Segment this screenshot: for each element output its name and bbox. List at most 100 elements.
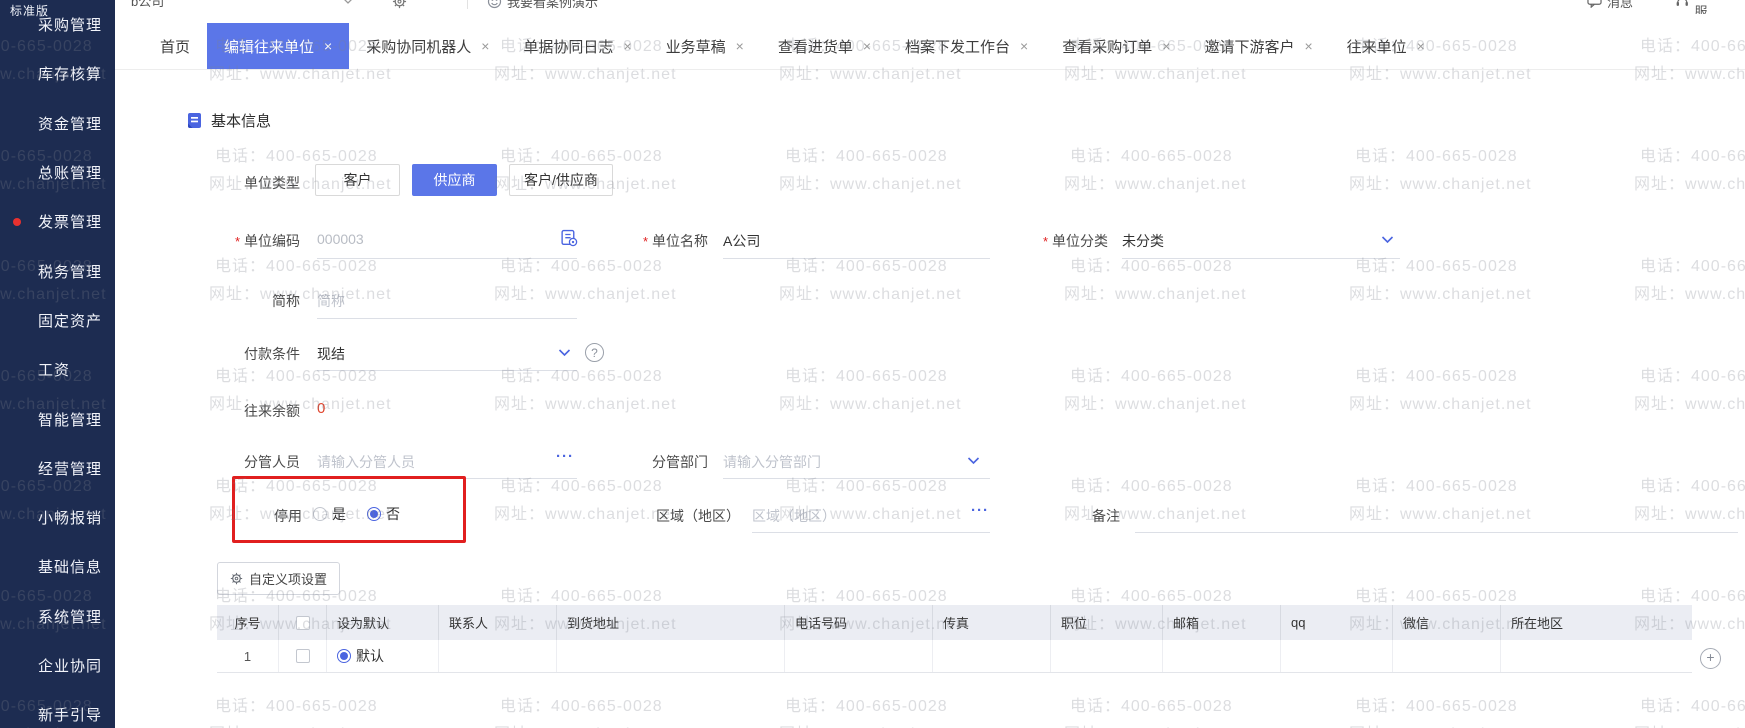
close-icon[interactable]: ×	[481, 38, 489, 54]
unit-code-input[interactable]: 000003	[317, 231, 364, 247]
sidebar-item-system[interactable]: 系统管理	[0, 592, 115, 641]
radio-selected-icon[interactable]	[337, 649, 351, 663]
tab-home[interactable]: 首页	[143, 23, 207, 69]
gear-icon	[392, 0, 407, 8]
region-input[interactable]: 区域（地区）	[752, 506, 836, 526]
tab-view-purchase-order[interactable]: 查看采购订单 ×	[1045, 23, 1187, 69]
close-icon[interactable]: ×	[1304, 38, 1312, 54]
payment-terms-dropdown[interactable]	[558, 349, 571, 357]
row-wechat-cell[interactable]	[1393, 640, 1501, 672]
row-email-cell[interactable]	[1163, 640, 1281, 672]
add-row-button[interactable]: +	[1700, 648, 1721, 669]
custom-fields-button[interactable]: 自定义项设置	[217, 562, 341, 595]
tab-archive-workbench[interactable]: 档案下发工作台 ×	[888, 23, 1045, 69]
code-rule-button[interactable]	[560, 229, 578, 247]
col-wechat: 微信	[1393, 605, 1501, 640]
payment-terms-select[interactable]: 现结	[317, 344, 345, 364]
payment-terms-underline	[317, 370, 577, 371]
topbar-divider	[467, 0, 468, 9]
tab-label: 编辑往来单位	[224, 38, 315, 56]
sidebar-item-operation[interactable]: 经营管理	[0, 444, 115, 493]
department-dropdown[interactable]	[967, 457, 980, 465]
highlight-box	[232, 476, 466, 543]
sidebar-item-fixed-assets[interactable]: 固定资产	[0, 296, 115, 345]
tab-partners[interactable]: 往来单位 ×	[1330, 23, 1442, 69]
row-contact-cell[interactable]	[439, 640, 557, 672]
close-icon[interactable]: ×	[863, 38, 871, 54]
unit-type-customer-button[interactable]: 客户	[315, 164, 400, 196]
tab-view-incoming[interactable]: 查看进货单 ×	[761, 23, 888, 69]
row-location-cell[interactable]	[1501, 640, 1692, 672]
sidebar-item-expense[interactable]: 小畅报销	[0, 493, 115, 542]
app-window: 采购管理 库存核算 资金管理 总账管理 发票管理 税务管理 固定资产 工资 智能…	[0, 0, 1745, 728]
region-picker-button[interactable]: ···	[971, 502, 989, 519]
remark-input[interactable]	[1135, 532, 1738, 533]
unit-name-input[interactable]: A公司	[723, 231, 760, 251]
close-icon[interactable]: ×	[1417, 38, 1425, 54]
sidebar-item-collaboration[interactable]: 企业协同	[0, 641, 115, 690]
region-underline	[752, 532, 990, 533]
sidebar-item-basic-info[interactable]: 基础信息	[0, 542, 115, 591]
unit-type-label: 单位类型	[244, 175, 300, 191]
contacts-table-header: 序号 设为默认 联系人 到货地址 电话号码 传真 职位 邮箱 qq 微信 所在地…	[217, 605, 1692, 640]
online-service-button[interactable]: 在线客服	[1675, 0, 1745, 14]
row-select	[279, 640, 327, 672]
sidebar-item-inventory[interactable]: 库存核算	[0, 49, 115, 98]
sidebar-item-guide[interactable]: 新手引导	[0, 690, 115, 728]
close-icon[interactable]: ×	[1162, 38, 1170, 54]
unit-code-underline	[317, 258, 577, 259]
row-address-cell[interactable]	[557, 640, 785, 672]
manager-picker-button[interactable]: ···	[556, 448, 574, 465]
manager-input[interactable]: 请输入分管人员	[317, 452, 415, 472]
message-bubble-icon	[1587, 0, 1602, 8]
chevron-down-icon	[344, 0, 352, 4]
label-text: 单位编码	[244, 233, 300, 249]
row-qq-cell[interactable]	[1281, 640, 1393, 672]
col-email: 邮箱	[1163, 605, 1281, 640]
short-name-input[interactable]: 简称	[317, 291, 345, 311]
messages-button[interactable]: 消息	[1587, 0, 1633, 14]
sidebar-item-payroll[interactable]: 工资	[0, 345, 115, 394]
contacts-table-row: 1 默认	[217, 640, 1692, 673]
row-position-cell[interactable]	[1051, 640, 1163, 672]
demo-link-label: 我要看案例演示	[507, 0, 599, 10]
close-icon[interactable]: ×	[623, 38, 631, 54]
tab-label: 档案下发工作台	[905, 38, 1011, 56]
close-icon[interactable]: ×	[736, 38, 744, 54]
close-icon[interactable]: ×	[324, 38, 332, 54]
checkbox-icon[interactable]	[295, 615, 310, 630]
tab-edit-partner[interactable]: 编辑往来单位 ×	[207, 23, 350, 69]
unit-type-supplier-button[interactable]: 供应商	[412, 164, 497, 196]
sidebar-item-label: 小畅报销	[38, 510, 103, 528]
settings-gear-button[interactable]	[392, 0, 407, 14]
col-set-default: 设为默认	[327, 605, 439, 640]
manager-label: 分管人员	[244, 454, 300, 470]
tab-business-draft[interactable]: 业务草稿 ×	[649, 23, 761, 69]
department-input[interactable]: 请输入分管部门	[723, 452, 821, 472]
unit-category-select[interactable]: 未分类	[1122, 231, 1164, 251]
unit-category-dropdown[interactable]	[1381, 236, 1394, 244]
sidebar-item-invoice[interactable]: 发票管理	[0, 197, 115, 246]
tab-label: 业务草稿	[665, 38, 726, 56]
topbar: b公司 我要看案例演示 消息 服	[115, 0, 1745, 14]
unit-type-both-button[interactable]: 客户/供应商	[509, 164, 613, 196]
row-phone-cell[interactable]	[785, 640, 933, 672]
tab-label: 单据协同日志	[523, 38, 614, 56]
help-icon[interactable]: ?	[585, 343, 604, 362]
custom-fields-label: 自定义项设置	[249, 572, 328, 587]
company-selector[interactable]: b公司	[127, 0, 357, 14]
sidebar-item-smart[interactable]: 智能管理	[0, 394, 115, 443]
sidebar-item-funds[interactable]: 资金管理	[0, 99, 115, 148]
topbar-inner: b公司 我要看案例演示 消息 服	[115, 0, 1745, 14]
unit-category-underline	[1122, 258, 1400, 259]
unit-category-label: * 单位分类	[1015, 231, 1108, 251]
sidebar-item-tax[interactable]: 税务管理	[0, 246, 115, 295]
tab-purchase-robot[interactable]: 采购协同机器人 ×	[349, 23, 506, 69]
sidebar-item-ledger[interactable]: 总账管理	[0, 148, 115, 197]
checkbox-icon[interactable]	[295, 649, 310, 663]
row-fax-cell[interactable]	[933, 640, 1051, 672]
demo-link[interactable]: 我要看案例演示	[487, 0, 598, 14]
close-icon[interactable]: ×	[1020, 38, 1028, 54]
tab-invite-customer[interactable]: 邀请下游客户 ×	[1187, 23, 1329, 69]
tab-doc-collab-log[interactable]: 单据协同日志 ×	[506, 23, 648, 69]
